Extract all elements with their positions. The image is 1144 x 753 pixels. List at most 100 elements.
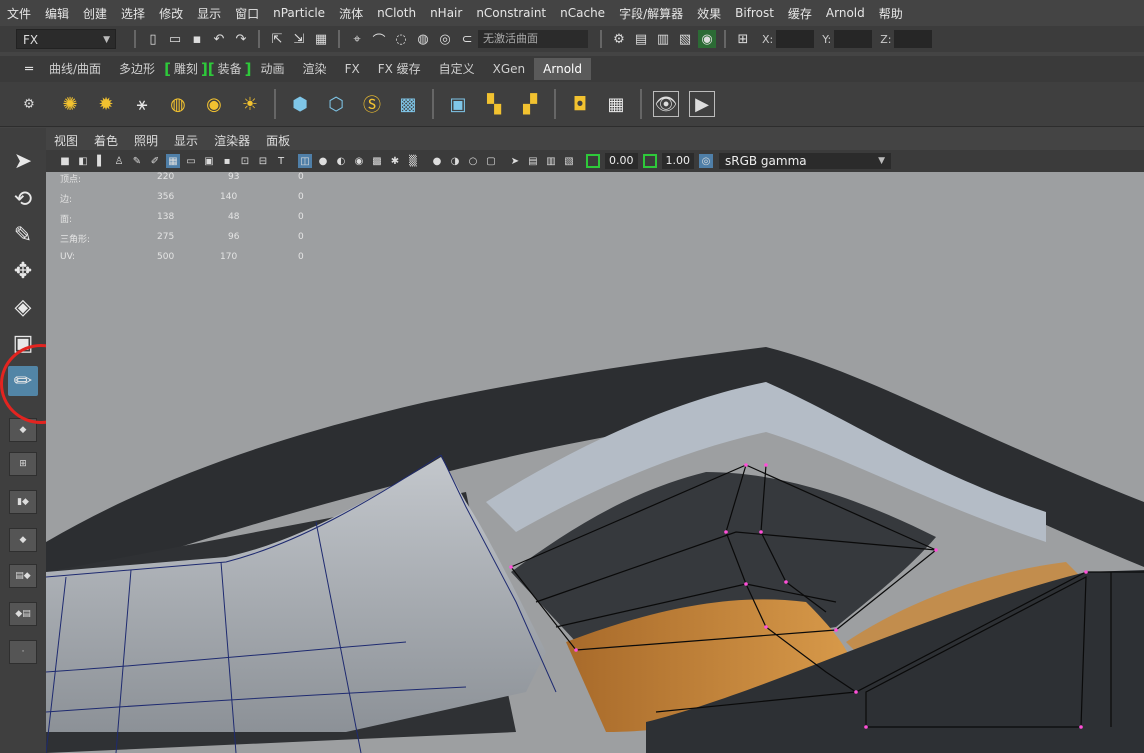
image-plane-icon[interactable]: ♙ (112, 154, 126, 168)
textured-icon[interactable]: ▩ (370, 154, 384, 168)
color-space-dropdown[interactable]: sRGB gamma ▼ (719, 153, 891, 169)
photometric-light-icon[interactable]: ⚹ (129, 91, 155, 117)
menu-modify[interactable]: 修改 (152, 5, 190, 22)
create-volume-icon[interactable]: ▩ (395, 91, 421, 117)
persp-graph-layout-icon[interactable]: ◆ (9, 528, 37, 552)
menu-arnold[interactable]: Arnold (819, 6, 872, 20)
menu-ncloth[interactable]: nCloth (370, 6, 423, 20)
tab-fx[interactable]: FX (336, 58, 369, 80)
checker-icon[interactable]: ▦ (603, 91, 629, 117)
render-play-icon[interactable]: ▶ (689, 91, 715, 117)
tab-rigging[interactable]: 装备 (215, 58, 245, 80)
menu-nconstraint[interactable]: nConstraint (469, 6, 553, 20)
light-portal-icon[interactable]: ◉ (201, 91, 227, 117)
four-view-layout-icon[interactable]: ⊞ (9, 452, 37, 476)
menu-select[interactable]: 选择 (114, 5, 152, 22)
isolate-select-icon[interactable]: ➤ (508, 154, 522, 168)
gate-mask-icon[interactable]: ▪ (220, 154, 234, 168)
standin-icon[interactable]: ⬢ (287, 91, 313, 117)
menu-bifrost[interactable]: Bifrost (728, 6, 781, 20)
ipr-render-icon[interactable]: ▥ (654, 30, 672, 48)
live-surface-field[interactable]: 无激活曲面 (478, 30, 588, 48)
undo-icon[interactable]: ↶ (210, 30, 228, 48)
rotate-icon[interactable]: ◈ (8, 292, 38, 322)
render-view-eye-icon[interactable]: 👁 (653, 91, 679, 117)
tab-curves-surfaces[interactable]: 曲线/曲面 (40, 58, 110, 80)
snap-grid-icon[interactable]: ⌖ (348, 30, 366, 48)
volume-icon[interactable]: Ⓢ (359, 91, 385, 117)
snap-curve-icon[interactable]: ⌒ (370, 30, 388, 49)
safe-title-icon[interactable]: T (274, 154, 288, 168)
menu-effects[interactable]: 效果 (690, 5, 728, 22)
panel-menu-view[interactable]: 视图 (46, 132, 86, 149)
mesh-light-icon[interactable]: ✹ (93, 91, 119, 117)
snap-view-icon[interactable]: ◍ (414, 30, 432, 48)
arnold-render-icon[interactable]: ◉ (698, 30, 716, 48)
exposure-field[interactable]: 0.00 (605, 153, 638, 169)
tab-xgen[interactable]: XGen (484, 58, 535, 80)
select-arrow-icon[interactable]: ➤ (8, 146, 38, 176)
texture-manager-icon[interactable]: ▣ (445, 91, 471, 117)
coord-x-field[interactable] (776, 30, 815, 48)
gamma-toggle-icon[interactable] (642, 154, 657, 168)
render-view-icon[interactable]: ▤ (632, 30, 650, 48)
panel-menu-renderer[interactable]: 渲染器 (206, 132, 258, 149)
tab-arnold[interactable]: Arnold (534, 58, 592, 80)
lights-icon[interactable]: ✱ (388, 154, 402, 168)
transform-mode-icon[interactable]: ⊞ (734, 30, 752, 48)
panel-menu-shading[interactable]: 着色 (86, 132, 126, 149)
shelf-settings-icon[interactable]: ⚙ (20, 95, 38, 113)
film-gate-icon[interactable]: ▭ (184, 154, 198, 168)
menu-edit[interactable]: 编辑 (38, 5, 76, 22)
default-material-icon[interactable]: ◉ (352, 154, 366, 168)
area-light-icon[interactable]: ✺ (57, 91, 83, 117)
shelf-menu-icon[interactable]: ═ (20, 60, 38, 78)
grease-pencil-icon[interactable]: ✎ (130, 154, 144, 168)
coord-y-field[interactable] (834, 30, 873, 48)
menu-nhair[interactable]: nHair (423, 6, 469, 20)
field-chart-icon[interactable]: ⊡ (238, 154, 252, 168)
camera-icon[interactable]: ■ (58, 154, 72, 168)
xray-joints-icon[interactable]: ▥ (544, 154, 558, 168)
coord-z-field[interactable] (894, 30, 933, 48)
persp-outliner-layout-icon[interactable]: ▤◆ (9, 564, 37, 588)
tx-delete-icon[interactable]: ▞ (517, 91, 543, 117)
wireframe-on-shaded-icon[interactable]: ◐ (334, 154, 348, 168)
camera-attrs-icon[interactable]: ◧ (76, 154, 90, 168)
xray-components-icon[interactable]: ▧ (562, 154, 576, 168)
snap-surface-icon[interactable]: ◎ (436, 30, 454, 48)
menu-fields-solvers[interactable]: 字段/解算器 (612, 5, 690, 22)
safe-action-icon[interactable]: ⊟ (256, 154, 270, 168)
snap-point-icon[interactable]: ◌ (392, 30, 410, 48)
tab-sculpting[interactable]: 雕刻 (171, 58, 201, 80)
menu-window[interactable]: 窗口 (228, 5, 266, 22)
gamma-field[interactable]: 1.00 (661, 153, 694, 169)
pencil-icon[interactable]: ✐ (148, 154, 162, 168)
tab-custom[interactable]: 自定义 (430, 58, 484, 80)
panel-menu-panels[interactable]: 面板 (258, 132, 298, 149)
shadows-icon[interactable]: ▒ (406, 154, 420, 168)
wireframe-icon[interactable]: ◫ (298, 154, 312, 168)
resolution-gate-icon[interactable]: ▣ (202, 154, 216, 168)
redo-icon[interactable]: ↷ (232, 30, 250, 48)
export-standin-icon[interactable]: ⬡ (323, 91, 349, 117)
paint-select-icon[interactable]: ✎ (8, 220, 38, 250)
new-scene-icon[interactable]: ▯ (144, 30, 162, 48)
physical-sky-icon[interactable]: ☀ (237, 91, 263, 117)
lasso-icon[interactable]: ⟲ (8, 184, 38, 214)
grid-icon[interactable]: ▦ (166, 154, 180, 168)
flush-cache-icon[interactable]: ◘ (567, 91, 593, 117)
tab-polygons[interactable]: 多边形 (110, 58, 164, 80)
menu-create[interactable]: 创建 (76, 5, 114, 22)
move-icon[interactable]: ✥ (8, 256, 38, 286)
motion-blur-icon[interactable]: ◑ (448, 154, 462, 168)
xray-icon[interactable]: ▤ (526, 154, 540, 168)
exposure-toggle-icon[interactable] (586, 154, 600, 168)
menu-cache[interactable]: 缓存 (781, 5, 819, 22)
select-component-icon[interactable]: ▦ (312, 30, 330, 48)
live-surface-icon[interactable]: ⊂ (458, 30, 476, 48)
tab-rendering[interactable]: 渲染 (294, 58, 336, 80)
save-scene-icon[interactable]: ▪ (188, 30, 206, 48)
tab-fx-cache[interactable]: FX 缓存 (369, 58, 430, 80)
panel-menu-show[interactable]: 显示 (166, 132, 206, 149)
